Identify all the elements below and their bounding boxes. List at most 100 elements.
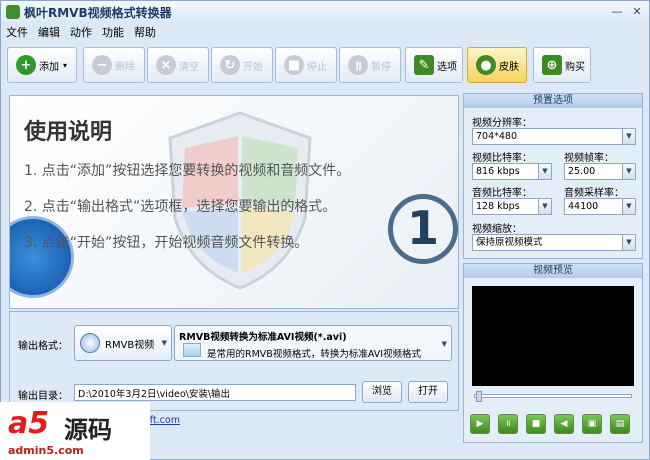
output-format-detail[interactable]: RMVB视频转换为标准AVI视频(*.avi) 是常用的RMVB视频格式，转换为…	[174, 325, 452, 361]
resolution-value: 704*480	[476, 131, 518, 142]
video-preview-group: 视频预览 ▶ ॥ ■ ◀ ▣ ▤	[463, 263, 643, 443]
add-button[interactable]: + 添加 ▾	[7, 47, 77, 83]
watermark-logo: a5 源码 admin5.com	[0, 402, 150, 460]
open-folder-button[interactable]: ▤	[610, 414, 630, 434]
sample-rate-label: 音频采样率：	[564, 188, 624, 199]
video-preview-title: 视频预览	[464, 264, 642, 278]
title-bar: 枫叶RMVB视频格式转换器 — ✕	[1, 1, 649, 23]
video-bitrate-label: 视频比特率：	[472, 153, 532, 164]
video-bitrate-value: 816 kbps	[476, 166, 520, 177]
chevron-down-icon: ▼	[161, 339, 167, 347]
previous-frame-button[interactable]: ◀	[554, 414, 574, 434]
pause-button[interactable]: ॥ 暂停	[339, 47, 401, 83]
refresh-icon: ↻	[220, 55, 240, 75]
seek-bar[interactable]	[474, 394, 632, 398]
pause-preview-button[interactable]: ॥	[498, 414, 518, 434]
chevron-down-icon: ▼	[622, 199, 635, 214]
buy-label: 购买	[565, 61, 585, 73]
chevron-down-icon: ▼	[441, 340, 447, 348]
frame-rate-select[interactable]: 25.00 ▼	[564, 163, 636, 180]
stop-icon: ■	[531, 419, 541, 429]
plus-icon: +	[16, 55, 36, 75]
seek-handle[interactable]	[476, 391, 482, 402]
add-label: 添加	[39, 61, 59, 73]
video-scale-label: 视频缩放：	[472, 224, 522, 235]
video-scale-select[interactable]: 保持原视频模式 ▼	[472, 234, 636, 251]
pause-label: 暂停	[371, 61, 391, 73]
menu-file[interactable]: 文件	[1, 24, 33, 40]
video-bitrate-select[interactable]: 816 kbps ▼	[472, 163, 552, 180]
options-label: 选项	[437, 61, 457, 73]
output-directory-input[interactable]	[74, 384, 356, 401]
preset-options-title: 预置选项	[464, 94, 642, 108]
pause-icon: ॥	[348, 55, 368, 75]
video-preview-screen	[472, 286, 634, 386]
output-directory-label: 输出目录：	[18, 391, 68, 402]
format-description: 是常用的RMVB视频格式，转换为标准AVI视频格式	[207, 349, 422, 360]
minimize-button[interactable]: —	[609, 4, 625, 19]
clear-button[interactable]: × 清空	[147, 47, 209, 83]
delete-button[interactable]: − 删除	[83, 47, 145, 83]
close-button[interactable]: ✕	[629, 4, 645, 19]
output-format-select[interactable]: RMVB视频 ▼	[74, 325, 172, 361]
start-button[interactable]: ↻ 开始	[211, 47, 273, 83]
stop-icon: ■	[284, 55, 304, 75]
sample-rate-select[interactable]: 44100 ▼	[564, 198, 636, 215]
delete-label: 删除	[115, 61, 135, 73]
camera-icon: ▣	[587, 419, 597, 429]
resolution-select[interactable]: 704*480 ▼	[472, 128, 636, 145]
chevron-down-icon: ▼	[538, 199, 551, 214]
audio-bitrate-label: 音频比特率：	[472, 188, 532, 199]
open-button[interactable]: 打开	[408, 381, 448, 403]
play-icon: ▶	[476, 419, 484, 429]
snapshot-button[interactable]: ▣	[582, 414, 602, 434]
instructions-panel: 1 使用说明 1. 点击“添加”按钮选择您要转换的视频和音频文件。 2. 点击“…	[9, 95, 459, 309]
clock-icon	[80, 333, 100, 353]
output-format-label: 输出格式：	[18, 341, 68, 352]
folder-icon: ▤	[615, 419, 625, 429]
film-icon	[183, 343, 201, 357]
audio-bitrate-select[interactable]: 128 kbps ▼	[472, 198, 552, 215]
output-format-value: RMVB视频	[105, 339, 155, 351]
output-panel: 输出格式： RMVB视频 ▼ RMVB视频转换为标准AVI视频(*.avi) 是…	[9, 311, 459, 411]
stop-label: 停止	[307, 61, 327, 73]
pause-icon: ॥	[505, 419, 511, 429]
clear-label: 清空	[179, 61, 199, 73]
guide-step-1: 1. 点击“添加”按钮选择您要转换的视频和音频文件。	[24, 163, 351, 179]
step-back-icon: ◀	[560, 419, 568, 429]
menu-function[interactable]: 功能	[97, 24, 129, 40]
step-one-badge: 1	[388, 194, 458, 264]
stop-button[interactable]: ■ 停止	[275, 47, 337, 83]
window-title: 枫叶RMVB视频格式转换器	[24, 5, 172, 20]
clear-icon: ×	[156, 55, 176, 75]
frame-rate-value: 25.00	[568, 166, 596, 177]
browse-button[interactable]: 浏览	[362, 381, 402, 403]
menu-action[interactable]: 动作	[65, 24, 97, 40]
preset-options-group: 预置选项 视频分辨率： 704*480 ▼ 视频比特率： 816 kbps ▼ …	[463, 93, 643, 259]
start-label: 开始	[243, 61, 263, 73]
frame-rate-label: 视频帧率：	[564, 153, 614, 164]
watermark-name: 源码	[64, 416, 112, 444]
format-title: RMVB视频转换为标准AVI视频(*.avi)	[179, 332, 347, 343]
app-window: 枫叶RMVB视频格式转换器 — ✕ 文件 编辑 动作 功能 帮助 + 添加 ▾ …	[0, 0, 650, 460]
watermark-url: admin5.com	[8, 444, 84, 457]
cart-icon: ⊕	[542, 55, 562, 75]
guide-title: 使用说明	[24, 120, 113, 145]
options-button[interactable]: ✎ 选项	[405, 47, 463, 83]
menu-bar: 文件 编辑 动作 功能 帮助	[1, 23, 649, 41]
watermark-brand: a5	[8, 406, 50, 441]
chevron-down-icon: ▼	[622, 164, 635, 179]
stop-preview-button[interactable]: ■	[526, 414, 546, 434]
audio-bitrate-value: 128 kbps	[476, 201, 520, 212]
tools-icon: ✎	[414, 55, 434, 75]
maple-leaf-icon	[6, 5, 20, 19]
skin-button[interactable]: ● 皮肤	[467, 47, 527, 83]
menu-edit[interactable]: 编辑	[33, 24, 65, 40]
chevron-down-icon: ▾	[63, 60, 68, 70]
apple-icon: ●	[476, 55, 496, 75]
play-button[interactable]: ▶	[470, 414, 490, 434]
chevron-down-icon: ▼	[622, 235, 635, 250]
buy-button[interactable]: ⊕ 购买	[533, 47, 591, 83]
minus-icon: −	[92, 55, 112, 75]
menu-help[interactable]: 帮助	[129, 24, 161, 40]
